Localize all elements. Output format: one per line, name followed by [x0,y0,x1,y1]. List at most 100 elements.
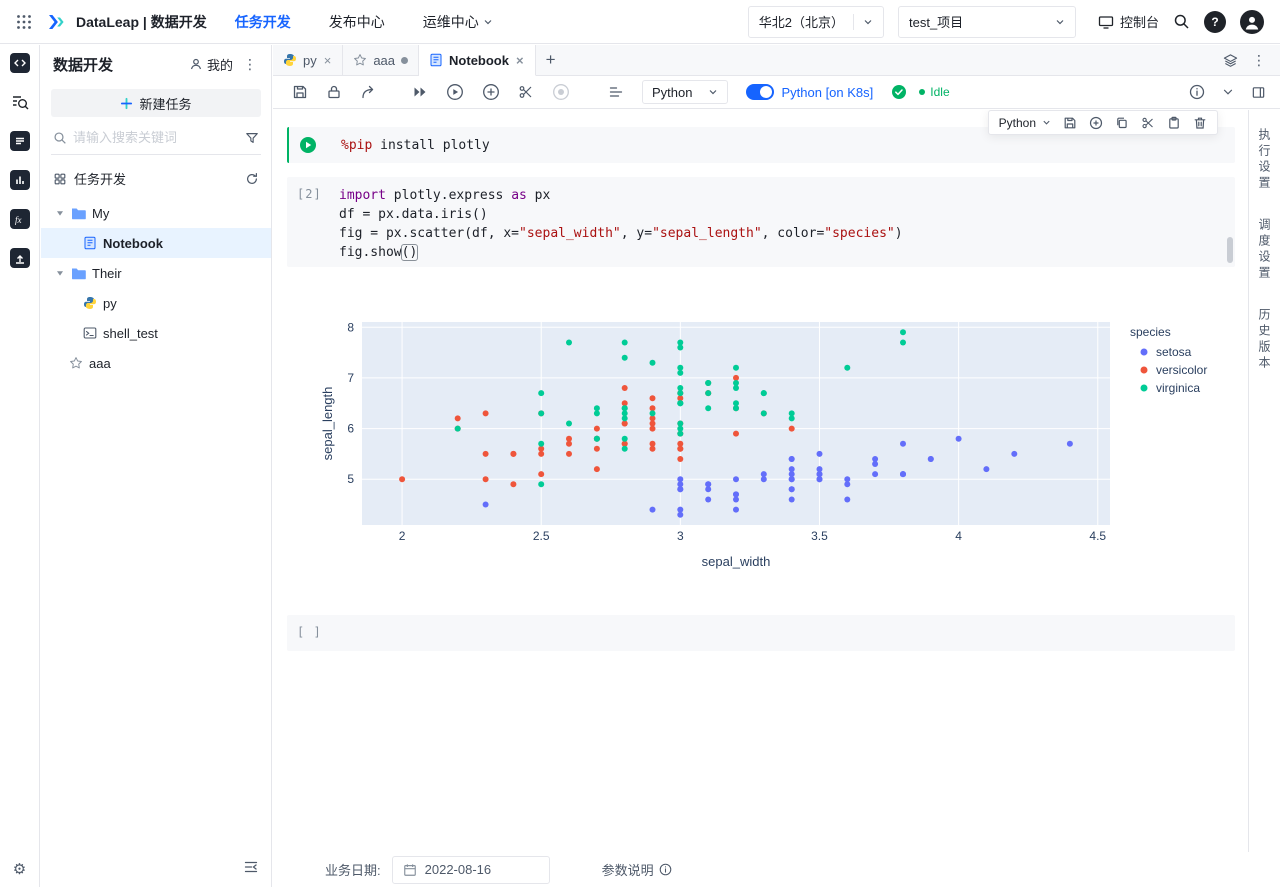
tree-item[interactable]: Notebook [41,228,271,258]
stop-icon [552,83,570,101]
svg-text:7: 7 [347,371,354,385]
my-tasks-toggle[interactable]: 我的 [189,55,233,74]
console-icon [1098,14,1114,30]
notebook-cell[interactable]: [ ] [287,615,1235,651]
svg-text:fx: fx [15,215,22,225]
avatar[interactable] [1240,9,1264,34]
run-all-icon[interactable] [412,84,428,100]
right-rail-tab[interactable]: 调度设置 [1256,218,1273,282]
help-icon[interactable]: ? [1204,10,1226,33]
chevron-down-icon[interactable] [1221,85,1235,99]
close-tab-icon[interactable]: × [323,53,333,68]
cell-scrollbar[interactable] [1227,237,1233,263]
panel-header: 数据开发 我的 ⋮ [41,45,271,83]
right-rail-tab[interactable]: 历史版本 [1256,308,1273,372]
project-value: test_项目 [908,15,964,30]
business-date-field[interactable] [424,862,539,877]
copy-cell-icon[interactable] [1115,116,1129,130]
runtime-label: Python [on K8s] [781,84,874,100]
tab-more-icon[interactable]: ⋮ [1250,52,1268,69]
tree-item[interactable]: py [41,288,271,318]
editor-tab[interactable]: aaa [343,45,420,75]
task-list-icon[interactable] [9,131,30,151]
tree-item-label: Notebook [103,235,163,251]
save-icon[interactable] [292,84,308,100]
collapse-panel-icon[interactable] [243,859,259,875]
run-cell-button[interactable] [299,136,339,154]
cell-kernel-select[interactable]: Python [999,116,1051,130]
nav-label: 任务开发 [234,13,291,30]
delete-cell-icon[interactable] [1193,116,1207,130]
data-dev-code-icon[interactable] [9,53,30,73]
refresh-icon[interactable] [245,172,259,186]
topbar-nav-item[interactable]: 任务开发 [235,12,291,32]
cell-code[interactable]: %pip install plotly [339,127,492,163]
new-tab-button[interactable]: + [536,45,566,75]
layers-icon[interactable] [1223,53,1238,68]
params-help[interactable]: 参数说明 [602,860,672,879]
close-tab-icon[interactable]: × [515,53,525,68]
publish-upload-icon[interactable] [9,248,30,268]
notebook-content: Python %pip install plotly [2] import plot… [273,110,1248,852]
cell-gutter: [ ] [297,625,322,639]
svg-text:4: 4 [955,529,962,543]
star-icon [353,53,367,67]
topbar-nav-item[interactable]: 运维中心 [423,12,493,32]
editor-tab[interactable]: Notebook × [419,45,536,76]
tree-item-label: py [103,295,117,311]
function-fx-icon[interactable]: fx [9,209,30,229]
business-date-picker[interactable] [391,855,550,884]
info-icon[interactable] [1189,84,1205,100]
add-cell-icon[interactable] [482,83,500,101]
caret-down-icon[interactable] [55,268,65,278]
kernel-value: Python [652,84,693,100]
cut-cell-icon[interactable] [1141,116,1155,130]
editor-tab[interactable]: py × [273,45,344,75]
tree-item[interactable]: shell_test [41,318,271,348]
topbar-nav-item[interactable]: 发布中心 [329,12,385,32]
k8s-toggle[interactable] [746,84,775,100]
svg-text:3.5: 3.5 [811,529,828,543]
cell-code[interactable] [337,615,341,651]
right-rail-tab[interactable]: 执行设置 [1256,128,1273,192]
notebook-cell[interactable]: [2] import plotly.express as px df = px.da… [287,177,1235,267]
apps-grid-icon[interactable] [16,14,32,30]
tree-search-input[interactable] [73,130,239,145]
new-task-label: 新建任务 [139,96,192,112]
submit-icon[interactable] [360,84,376,100]
section-label: 任务开发 [74,172,127,187]
save-cell-icon[interactable] [1063,116,1077,130]
cell-code[interactable]: import plotly.express as px df = px.data.… [337,177,905,267]
lock-icon[interactable] [326,84,342,100]
dataleap-logo [46,13,66,31]
search-icon[interactable] [1173,13,1190,30]
caret-down-icon[interactable] [55,208,65,218]
more-menu-icon[interactable]: ⋮ [241,56,259,73]
filter-icon[interactable] [245,131,259,145]
paste-cell-icon[interactable] [1167,116,1181,130]
nav-label: 发布中心 [328,13,385,30]
task-tree: My Notebook Their py shell_testaaa [41,198,271,378]
tree-item[interactable]: Their [41,258,271,288]
run-icon[interactable] [446,83,464,101]
svg-text:3: 3 [677,529,684,543]
svg-text:sepal_length: sepal_length [320,387,335,461]
plotly-output[interactable]: 2 2.5 3 3.5 4 4.5 5 6 7 8 sepal_width sepal_length s… [320,300,1230,580]
query-search-icon[interactable] [10,92,30,112]
region-select[interactable]: 华北2（北京） [747,5,884,38]
project-select[interactable]: test_项目 [897,5,1076,38]
tree-item-label: aaa [89,355,111,371]
add-cell-icon[interactable] [1089,116,1103,130]
kernel-select[interactable]: Python [642,80,729,104]
new-task-button[interactable]: 新建任务 [51,89,261,117]
chevron-down-icon [483,17,493,27]
tree-item[interactable]: aaa [41,348,271,378]
metrics-bars-icon[interactable] [9,170,30,190]
grid-icon [53,172,67,186]
console-button[interactable]: 控制台 [1098,12,1159,31]
tree-item[interactable]: My [41,198,271,228]
outline-icon[interactable] [608,84,624,100]
cut-icon[interactable] [518,84,534,100]
panel-toggle-icon[interactable] [1251,85,1266,100]
settings-gear-icon[interactable]: ⚙ [13,860,26,878]
